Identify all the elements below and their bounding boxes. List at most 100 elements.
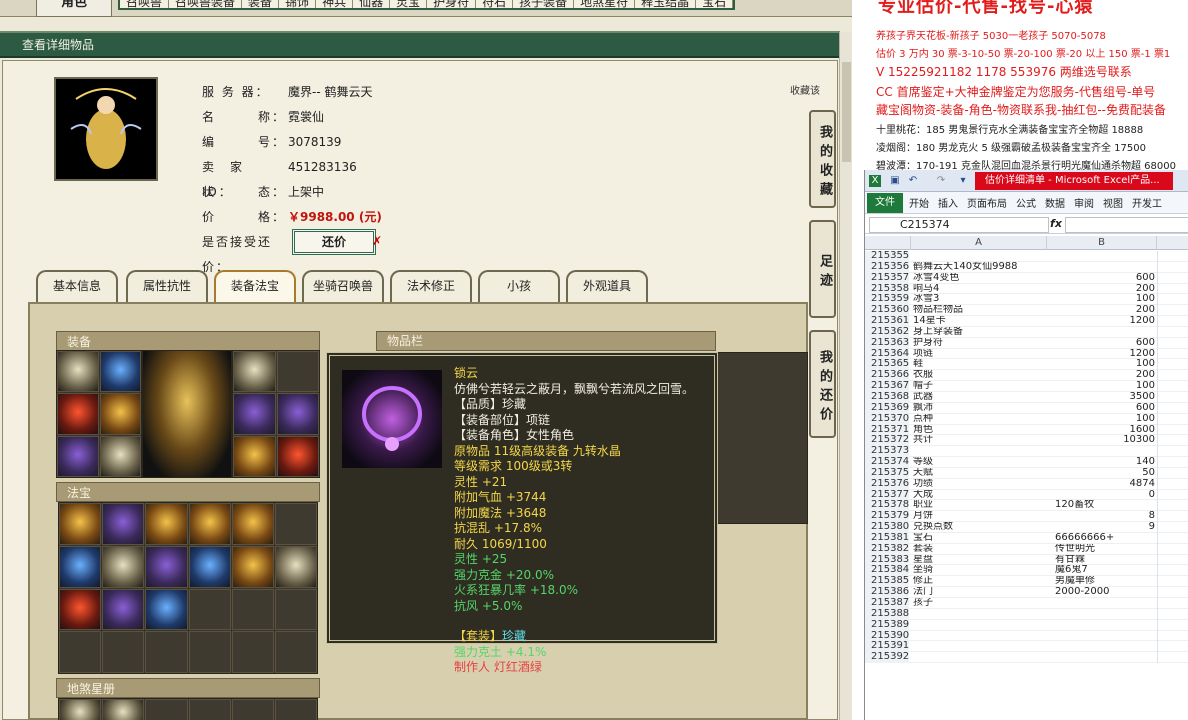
formula-input[interactable] — [1065, 217, 1188, 233]
ribbon-insert[interactable]: 插入 — [938, 195, 958, 210]
fabao-slot[interactable] — [59, 631, 102, 673]
cell-a[interactable]: 护身符 — [911, 338, 1047, 349]
xingce-slot[interactable] — [188, 699, 231, 720]
nav-item[interactable]: 神兵 — [316, 0, 354, 8]
cell-a[interactable]: 天赋 — [911, 468, 1047, 479]
fabao-slot[interactable] — [274, 588, 317, 631]
fabao-slot[interactable] — [274, 503, 317, 545]
row-number[interactable]: 215357 — [865, 272, 909, 284]
ribbon-developer[interactable]: 开发工 — [1132, 195, 1162, 210]
fabao-slot[interactable] — [145, 588, 188, 631]
column-header-a[interactable]: A — [911, 236, 1047, 250]
column-header-b[interactable]: B — [1047, 236, 1157, 250]
vertical-scrollbar[interactable] — [839, 32, 852, 720]
row-number[interactable]: 215382 — [865, 543, 909, 555]
fabao-slot[interactable] — [274, 631, 317, 673]
cell-a[interactable]: 帽子 — [911, 381, 1047, 392]
cell-a[interactable]: 响马4 — [911, 284, 1047, 295]
row-number[interactable]: 215363 — [865, 337, 909, 349]
tab-equipment[interactable]: 装备法宝 — [214, 270, 296, 302]
cell-b[interactable]: 男魔单修 — [1047, 576, 1157, 587]
xingce-slot[interactable] — [274, 699, 317, 720]
haggle-button[interactable]: 还价 — [292, 229, 376, 255]
nav-item[interactable]: 孩子装备 — [513, 0, 575, 8]
equip-slot[interactable] — [99, 393, 141, 435]
cell-b[interactable]: 50 — [1047, 468, 1157, 479]
my-favorites-button[interactable]: 我的收藏 — [809, 110, 836, 208]
equip-slot[interactable] — [233, 435, 276, 477]
equip-slot[interactable] — [276, 393, 319, 435]
ribbon-view[interactable]: 视图 — [1103, 195, 1123, 210]
cell-b[interactable]: 1600 — [1047, 425, 1157, 436]
xingce-slot[interactable] — [231, 699, 274, 720]
redo-icon[interactable]: ↷ — [935, 175, 947, 187]
equip-slot[interactable] — [233, 393, 276, 435]
equip-slot[interactable] — [233, 351, 276, 393]
cell-a[interactable]: 孩子 — [911, 598, 1047, 609]
cell-b[interactable]: 66666666+ — [1047, 533, 1157, 544]
name-box[interactable]: C215374 — [869, 217, 1049, 233]
cell-a[interactable]: 月饼 — [911, 511, 1047, 522]
cell-a[interactable]: 14星卡 — [911, 316, 1047, 327]
cell-b[interactable]: 100 — [1047, 381, 1157, 392]
cell-a[interactable]: 鹤舞云天140女仙9988 — [911, 262, 1047, 273]
nav-item[interactable]: 宝石 — [696, 0, 734, 8]
cell-a[interactable]: 鞋 — [911, 359, 1047, 370]
fabao-slot[interactable] — [231, 631, 274, 673]
fabao-slot[interactable] — [145, 631, 188, 673]
fabao-slot[interactable] — [231, 588, 274, 631]
cell-b[interactable]: 8 — [1047, 511, 1157, 522]
cell-a[interactable]: 点种 — [911, 414, 1047, 425]
cell-b[interactable]: 4874 — [1047, 479, 1157, 490]
scrollbar-thumb[interactable] — [842, 62, 851, 162]
row-number[interactable]: 215392 — [865, 651, 909, 664]
fx-icon[interactable]: fx — [1047, 217, 1065, 230]
nav-item[interactable]: 地煞星符 — [574, 0, 636, 8]
cell-a[interactable]: 宝石 — [911, 533, 1047, 544]
equip-slot[interactable] — [57, 435, 99, 477]
tab-mount-summon[interactable]: 坐骑召唤兽 — [302, 270, 384, 302]
fabao-slot[interactable] — [231, 503, 274, 545]
tab-basic-info[interactable]: 基本信息 — [36, 270, 118, 302]
ribbon-file[interactable]: 文件 — [867, 192, 903, 213]
equip-slot[interactable] — [99, 351, 141, 393]
row-number[interactable]: 215370 — [865, 413, 909, 425]
equip-slot[interactable] — [276, 351, 319, 393]
fabao-slot[interactable] — [188, 545, 231, 588]
favorite-link[interactable]: 收藏该 — [790, 82, 820, 97]
fabao-slot[interactable] — [102, 503, 145, 545]
row-number[interactable]: 215376 — [865, 478, 909, 490]
cell-b[interactable]: 600 — [1047, 338, 1157, 349]
nav-item[interactable]: 召唤兽装备 — [169, 0, 243, 8]
cell-a[interactable]: 等级 — [911, 457, 1047, 468]
cell-b[interactable]: 传世明光 — [1047, 544, 1157, 555]
cell-b[interactable]: 200 — [1047, 370, 1157, 381]
ribbon-data[interactable]: 数据 — [1045, 195, 1065, 210]
cell-b[interactable]: 魔6鬼7 — [1047, 565, 1157, 576]
cell-a[interactable]: 坐骑 — [911, 565, 1047, 576]
cell-a[interactable]: 兑换点数 — [911, 522, 1047, 533]
equip-slot[interactable] — [276, 435, 319, 477]
nav-item[interactable]: 锦饰 — [279, 0, 317, 8]
cell-b[interactable]: 100 — [1047, 359, 1157, 370]
ribbon-formulas[interactable]: 公式 — [1016, 195, 1036, 210]
cell-b[interactable]: 140 — [1047, 457, 1157, 468]
nav-item[interactable]: 装备 — [242, 0, 280, 8]
tab-child[interactable]: 小孩 — [478, 270, 560, 302]
cell-a[interactable]: 角色 — [911, 425, 1047, 436]
my-haggle-button[interactable]: 我的还价 — [809, 330, 836, 438]
nav-item[interactable]: 灵宝 — [390, 0, 428, 8]
cell-b[interactable]: 9 — [1047, 522, 1157, 533]
ribbon-page-layout[interactable]: 页面布局 — [967, 195, 1007, 210]
cell-b[interactable]: 600 — [1047, 403, 1157, 414]
corner-select-all[interactable] — [865, 236, 911, 250]
tab-appearance[interactable]: 外观道具 — [566, 270, 648, 302]
tab-role[interactable]: 角色 — [36, 0, 112, 17]
cell-b[interactable]: 200 — [1047, 284, 1157, 295]
xingce-slot[interactable] — [59, 699, 102, 720]
tab-attributes[interactable]: 属性抗性 — [126, 270, 208, 302]
fabao-slot[interactable] — [59, 588, 102, 631]
fabao-slot[interactable] — [59, 545, 102, 588]
cell-b[interactable]: 1200 — [1047, 316, 1157, 327]
equip-slot[interactable] — [57, 351, 99, 393]
